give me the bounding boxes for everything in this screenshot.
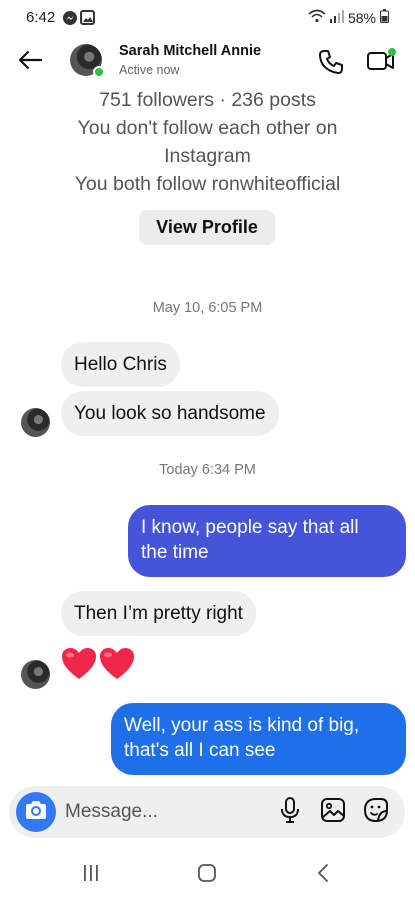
followers-posts: 751 followers · 236 posts	[99, 89, 316, 111]
follow-relation-line1: You don't follow each other on	[77, 117, 338, 139]
microphone-icon	[280, 796, 300, 828]
sticker-button[interactable]	[361, 797, 391, 827]
contact-status: Active now	[119, 63, 180, 77]
message-line: the time	[141, 542, 209, 563]
message-line: that's all I can see	[124, 740, 276, 761]
mutual-follow: You both follow ronwhiteofficial	[74, 173, 341, 195]
system-navigation-bar	[0, 848, 415, 900]
profile-summary: 751 followers · 236 posts You don't foll…	[0, 86, 415, 198]
sender-avatar[interactable]	[21, 660, 50, 689]
message-input[interactable]	[65, 799, 265, 825]
incoming-message[interactable]: Then I’m pretty right	[61, 591, 256, 636]
nav-back-button[interactable]	[308, 862, 338, 888]
view-profile-button[interactable]: View Profile	[139, 210, 275, 245]
phone-icon	[317, 50, 345, 80]
online-indicator	[93, 66, 105, 78]
contact-name[interactable]: Sarah Mitchell Annie	[119, 43, 261, 59]
follow-relation-line2: Instagram	[164, 145, 251, 167]
signal-icon	[329, 9, 344, 26]
timestamp: Today 6:34 PM	[159, 462, 256, 478]
sticker-icon	[363, 797, 389, 828]
outgoing-message[interactable]: I know, people say that all the time	[128, 505, 406, 577]
chat-header: Sarah Mitchell Annie Active now	[0, 38, 415, 84]
gallery-button[interactable]	[318, 797, 348, 827]
arrow-left-icon	[17, 50, 43, 75]
outgoing-message[interactable]: Well, your ass is kind of big, that's al…	[111, 703, 406, 775]
chevron-left-icon	[316, 863, 330, 888]
heart-icon	[60, 646, 98, 687]
message-composer	[9, 786, 405, 838]
battery-percent: 58%	[347, 9, 376, 26]
back-button[interactable]	[14, 46, 46, 78]
home-button[interactable]	[192, 862, 222, 888]
camera-icon	[24, 799, 48, 826]
incoming-message[interactable]: Hello Chris	[61, 342, 180, 387]
audio-call-button[interactable]	[317, 48, 345, 76]
voice-message-button[interactable]	[275, 796, 305, 828]
status-time: 6:42	[26, 9, 56, 26]
video-call-button[interactable]	[365, 46, 397, 76]
gallery-notification-icon	[80, 10, 95, 30]
heart-emoji-message[interactable]	[60, 646, 136, 687]
sender-avatar[interactable]	[21, 408, 50, 437]
message-line: Well, your ass is kind of big,	[124, 715, 360, 736]
image-icon	[320, 797, 346, 828]
incoming-message[interactable]: You look so handsome	[61, 391, 279, 436]
home-icon	[197, 863, 217, 888]
messenger-notification-icon	[62, 10, 78, 31]
camera-button[interactable]	[16, 792, 56, 832]
battery-icon	[380, 9, 389, 26]
heart-icon	[98, 646, 136, 687]
message-line: I know, people say that all	[141, 517, 359, 538]
recent-apps-button[interactable]	[76, 862, 106, 888]
timestamp: May 10, 6:05 PM	[152, 300, 263, 316]
status-bar: 6:42 58%	[0, 0, 415, 36]
status-right: 58%	[308, 9, 389, 26]
recents-icon	[81, 864, 101, 887]
video-camera-icon	[365, 48, 397, 80]
wifi-icon	[308, 9, 326, 26]
